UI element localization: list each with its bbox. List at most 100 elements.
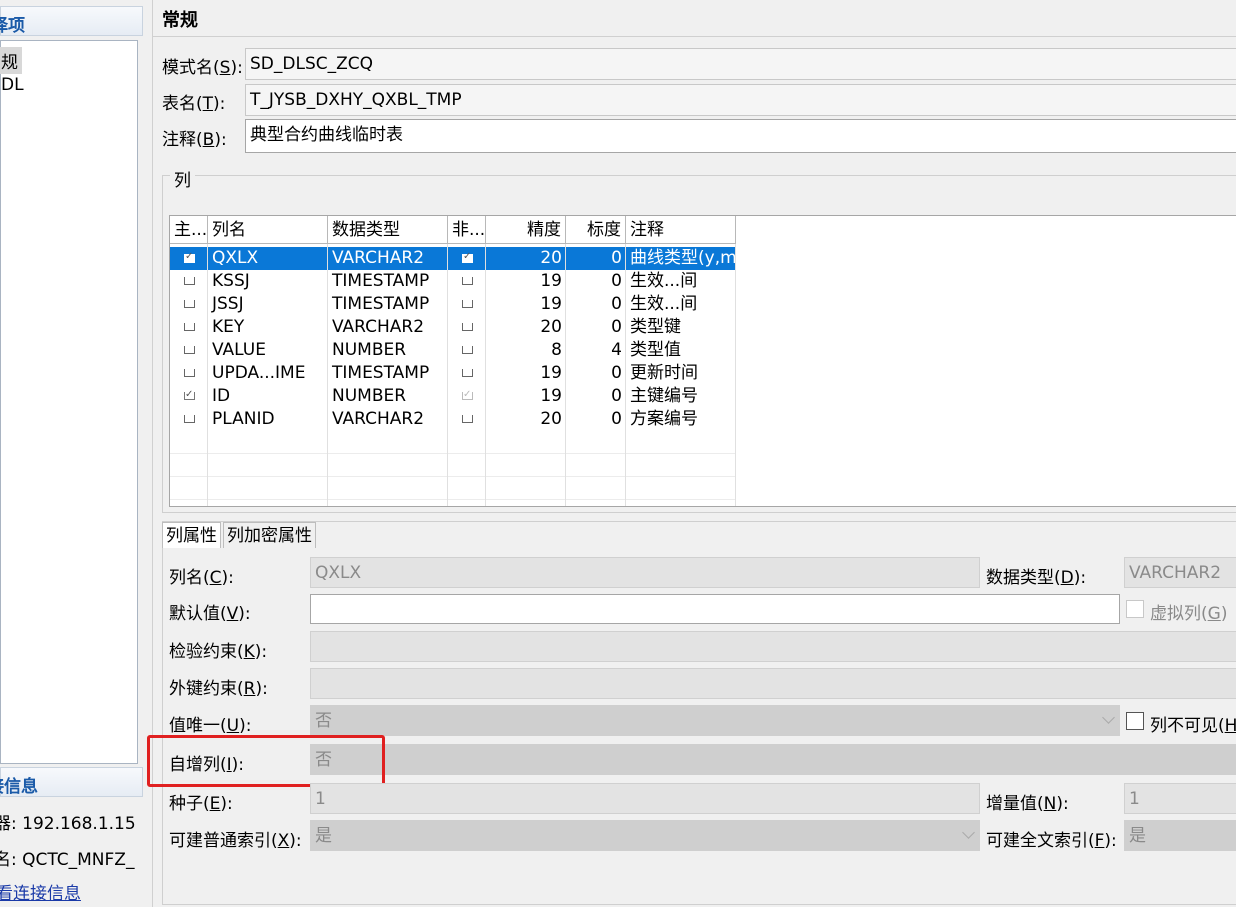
unique-label: 值唯一(U): xyxy=(169,716,252,736)
precision-cell: 20 xyxy=(540,248,562,268)
index-value: 是 xyxy=(315,826,332,846)
name-cell: KSSJ xyxy=(212,271,250,291)
comment-cell: 生效...间 xyxy=(630,271,698,291)
table-row[interactable]: ID NUMBER 19 0 主键编号 xyxy=(170,385,736,408)
check-field xyxy=(310,631,1236,662)
row-divider xyxy=(170,476,736,477)
name-cell: ID xyxy=(212,386,231,406)
checkbox-icon xyxy=(184,346,195,354)
default-label: 默认值(V): xyxy=(169,604,251,624)
col-divider xyxy=(327,244,328,506)
columns-group-label: 列 xyxy=(170,166,195,191)
notnull-cell xyxy=(448,270,486,293)
scale-cell: 0 xyxy=(611,386,622,406)
type-cell: TIMESTAMP xyxy=(332,363,430,383)
table-row[interactable]: KSSJ TIMESTAMP 19 0 生效...间 xyxy=(170,270,736,293)
pk-cell xyxy=(170,316,208,339)
col-divider xyxy=(485,244,486,506)
header-notnull[interactable]: 非... xyxy=(448,216,486,244)
table-row[interactable]: QXLX VARCHAR2 20 0 曲线类型(y,m xyxy=(170,247,736,270)
tab-column-properties[interactable]: 列属性 xyxy=(162,522,221,548)
notnull-cell xyxy=(448,293,486,316)
col-divider xyxy=(447,244,448,506)
comment-cell: 方案编号 xyxy=(630,409,698,429)
comment-cell: 类型值 xyxy=(630,340,681,360)
notnull-cell xyxy=(448,408,486,431)
table-row[interactable]: KEY VARCHAR2 20 0 类型键 xyxy=(170,316,736,339)
table-row[interactable]: UPDA...IME TIMESTAMP 19 0 更新时间 xyxy=(170,362,736,385)
checkbox-icon xyxy=(184,300,195,308)
virtual-checkbox xyxy=(1126,600,1144,618)
table-row[interactable]: JSSJ TIMESTAMP 19 0 生效...间 xyxy=(170,293,736,316)
checkbox-icon xyxy=(462,385,473,406)
increment-field: 1 xyxy=(1124,783,1236,814)
header-pk[interactable]: 主... xyxy=(170,216,208,244)
checkbox-icon xyxy=(184,415,195,423)
table-name-label: 表名(T): xyxy=(162,94,226,114)
pk-cell xyxy=(170,247,208,270)
header-precision[interactable]: 精度 xyxy=(486,216,566,244)
scale-cell: 0 xyxy=(611,363,622,383)
header-comment[interactable]: 注释 xyxy=(626,216,736,244)
highlight-box xyxy=(147,735,385,787)
seed-field: 1 xyxy=(310,783,980,814)
colname-field: QXLX xyxy=(310,557,980,588)
checkbox-icon xyxy=(462,300,473,308)
comment-field[interactable]: 典型合约曲线临时表 xyxy=(245,119,1236,153)
header-name[interactable]: 列名 xyxy=(208,216,328,244)
notnull-cell xyxy=(448,385,486,408)
checkbox-icon xyxy=(462,247,473,268)
name-cell: VALUE xyxy=(212,340,266,360)
fulltext-select: 是 xyxy=(1124,820,1236,851)
chevron-down-icon xyxy=(1102,711,1115,724)
row-divider xyxy=(170,499,736,500)
checkbox-icon xyxy=(462,415,473,423)
connection-header-label: 接信息 xyxy=(0,777,38,797)
tree-item-ddl[interactable]: DL xyxy=(0,74,28,96)
table-name-field: T_JYSB_DXHY_QXBL_TMP xyxy=(245,84,1236,116)
precision-cell: 19 xyxy=(540,363,562,383)
datatype-label: 数据类型(D): xyxy=(986,568,1087,588)
notnull-cell xyxy=(448,247,486,270)
comment-cell: 生效...间 xyxy=(630,294,698,314)
datatype-field: VARCHAR2 xyxy=(1124,557,1236,588)
index-label: 可建普通索引(X): xyxy=(169,831,302,851)
name-cell: UPDA...IME xyxy=(212,363,306,383)
connection-header: 接信息 xyxy=(0,767,143,797)
checkbox-icon xyxy=(184,323,195,331)
comment-cell: 主键编号 xyxy=(630,386,698,406)
seed-label: 种子(E): xyxy=(169,794,233,814)
table-row[interactable]: PLANID VARCHAR2 20 0 方案编号 xyxy=(170,408,736,431)
precision-cell: 19 xyxy=(540,271,562,291)
invisible-checkbox[interactable] xyxy=(1126,712,1144,730)
user-info: 名: QCTC_MNFZ_ xyxy=(0,850,135,870)
table-row[interactable]: VALUE NUMBER 8 4 类型值 xyxy=(170,339,736,362)
header-type[interactable]: 数据类型 xyxy=(328,216,448,244)
columns-table[interactable]: 主... 列名 数据类型 非... 精度 标度 注释 QXLX VARCHAR2 2… xyxy=(169,215,1236,507)
view-connection-link[interactable]: 看连接信息 xyxy=(0,879,81,904)
options-tree[interactable]: 规 DL xyxy=(0,40,138,764)
name-cell: PLANID xyxy=(212,409,275,429)
col-divider xyxy=(565,244,566,506)
name-cell: QXLX xyxy=(212,248,259,268)
default-field[interactable] xyxy=(310,594,1120,624)
header-scale[interactable]: 标度 xyxy=(566,216,626,244)
checkbox-icon xyxy=(184,247,195,268)
pk-cell xyxy=(170,385,208,408)
name-cell: JSSJ xyxy=(212,294,244,314)
type-cell: NUMBER xyxy=(332,386,407,406)
type-cell: TIMESTAMP xyxy=(332,271,430,291)
scale-cell: 4 xyxy=(611,340,622,360)
schema-field: SD_DLSC_ZCQ xyxy=(245,48,1236,80)
type-cell: VARCHAR2 xyxy=(332,248,425,268)
pk-cell xyxy=(170,270,208,293)
invisible-label: 列不可见(H xyxy=(1150,716,1236,736)
fulltext-label: 可建全文索引(F): xyxy=(986,831,1117,851)
comment-cell: 更新时间 xyxy=(630,363,698,383)
tab-column-encryption[interactable]: 列加密属性 xyxy=(223,522,316,548)
pk-cell xyxy=(170,339,208,362)
precision-cell: 8 xyxy=(551,340,562,360)
checkbox-icon xyxy=(184,385,195,406)
check-label: 检验约束(K): xyxy=(169,642,268,662)
tree-item-general[interactable]: 规 xyxy=(0,47,22,74)
